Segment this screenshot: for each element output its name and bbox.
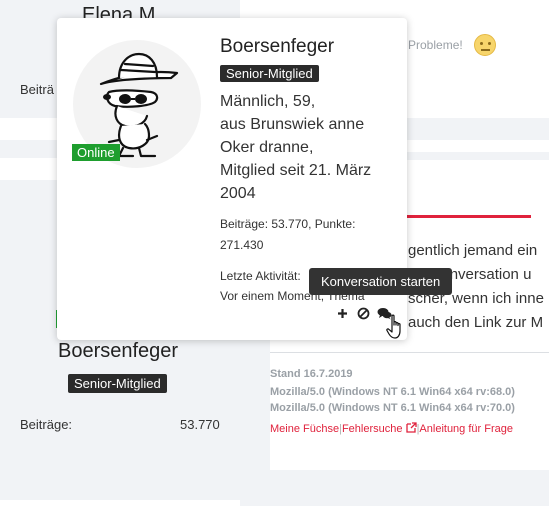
signature-ua-line: Mozilla/5.0 (Windows NT 6.1 Win64 x64 rv… [270,402,515,414]
member-info-line: 2004 [220,185,256,202]
post-text-line: auch den Link zur M [408,314,544,331]
link-meine-fuechse[interactable]: Meine Füchse [270,423,339,435]
member-info-line: Oker dranne, [220,139,314,156]
member-info: Männlich, 59, aus Brunswiek anne Oker dr… [220,90,400,205]
member-info-line: aus Brunswiek anne [220,116,365,133]
poster-posts-value: 53.770 [180,417,220,432]
online-badge: Online [72,144,120,161]
signature-ua-line: Mozilla/5.0 (Windows NT 6.1 Win64 x64 rv… [270,386,515,398]
block-icon [357,307,370,320]
sidebar-separator [0,500,240,506]
member-stats: Beiträge: 53.770, Punkte: 271.430 [220,214,395,256]
member-actions [335,306,392,321]
hand-cursor-icon [386,314,401,339]
plus-icon [338,309,347,318]
conversation-tooltip: Konversation starten [309,268,453,295]
member-info-line: Mitglied seit 21. März [220,162,372,179]
signature-stand: Stand 16.7.2019 [270,368,353,380]
previous-poster-stats-label: Beiträ [20,82,54,97]
previous-post-text: n Probleme! [398,38,463,52]
poster-name[interactable]: Boersenfeger [58,340,178,363]
member-stats-line: Beiträge: 53.770, Punkte: [220,217,356,231]
signature-divider [270,352,549,353]
link-fehlersuche[interactable]: Fehlersuche [342,423,403,435]
signature-links: Meine Füchse|Fehlersuche |Anleitung für … [270,422,513,435]
member-name[interactable]: Boersenfeger [220,36,334,58]
follow-button[interactable] [335,306,350,321]
link-anleitung[interactable]: Anleitung für Frage [419,423,513,435]
post-footer-bar [270,470,549,506]
poster-title-badge: Senior-Mitglied [68,374,167,393]
external-link-icon [405,422,417,433]
member-title-badge: Senior-Mitglied [220,65,319,82]
member-stats-line: 271.430 [220,238,264,252]
member-info-line: Männlich, 59, [220,93,316,110]
post-text-line: gentlich jemand ein [408,242,538,259]
ignore-button[interactable] [356,306,371,321]
rolling-eyes-emoji-icon [474,34,496,56]
post-accent-line [406,215,531,218]
poster-posts-label: Beiträge: [20,417,73,432]
